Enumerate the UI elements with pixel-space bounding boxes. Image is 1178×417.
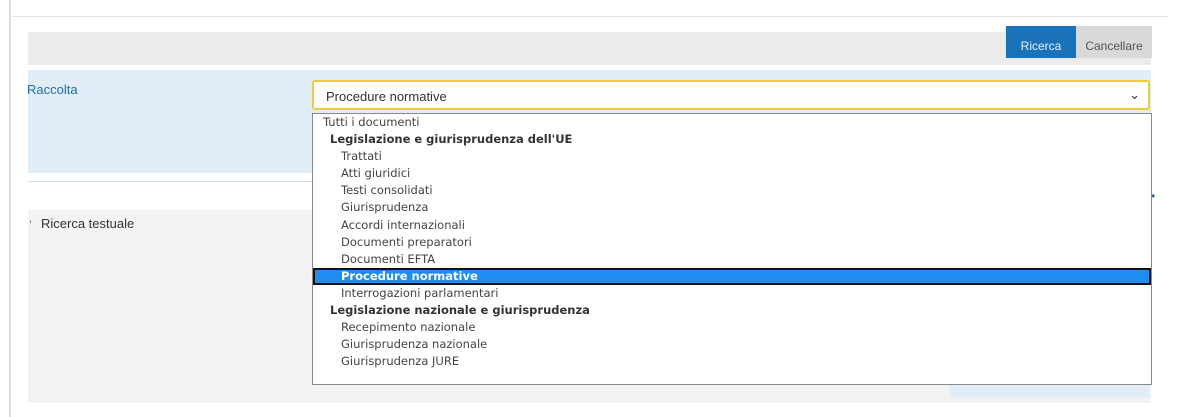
cancel-button[interactable]: Cancellare [1076, 26, 1152, 58]
dropdown-option[interactable]: Procedure normative [313, 267, 1151, 285]
window-frame-left [9, 0, 11, 417]
dropdown-option[interactable]: Giurisprudenza JURE [313, 353, 1151, 370]
dropdown-option[interactable]: Documenti preparatori [313, 234, 1151, 251]
dropdown-option[interactable]: Tutti i documenti [313, 114, 1151, 131]
dropdown-option[interactable]: Accordi internazionali [313, 217, 1151, 234]
text-search-toggle[interactable]: Ricerca testuale [41, 216, 134, 231]
dropdown-option[interactable]: Documenti EFTA [313, 251, 1151, 268]
dropdown-option[interactable]: Giurisprudenza [313, 199, 1151, 216]
dropdown-option[interactable]: Atti giuridici [313, 165, 1151, 182]
collection-select-value: Procedure normative [326, 89, 447, 104]
search-button[interactable]: Ricerca [1006, 26, 1076, 58]
dropdown-option[interactable]: Trattati [313, 148, 1151, 165]
chevron-down-icon[interactable]: ⌄ [1129, 87, 1140, 103]
window-frame-top [9, 16, 1169, 17]
caret-icon[interactable]: ’ [29, 218, 32, 232]
panel-footer-strip [950, 384, 1150, 398]
collection-label: Raccolta [27, 82, 78, 97]
dropdown-option[interactable]: Giurisprudenza nazionale [313, 336, 1151, 353]
dropdown-option[interactable]: Testi consolidati [313, 182, 1151, 199]
collection-dropdown-list: Tutti i documenti Legislazione e giurispr… [312, 113, 1152, 385]
collection-select[interactable]: Procedure normative ⌄ [312, 80, 1150, 110]
search-toolbar [28, 32, 1151, 65]
dropdown-option-group[interactable]: Legislazione e giurisprudenza dell'UE [313, 131, 1151, 148]
dropdown-option[interactable]: Recepimento nazionale [313, 319, 1151, 336]
dropdown-option-group[interactable]: Legislazione nazionale e giurisprudenza [313, 302, 1151, 319]
dropdown-option[interactable]: Interrogazioni parlamentari [313, 285, 1151, 302]
